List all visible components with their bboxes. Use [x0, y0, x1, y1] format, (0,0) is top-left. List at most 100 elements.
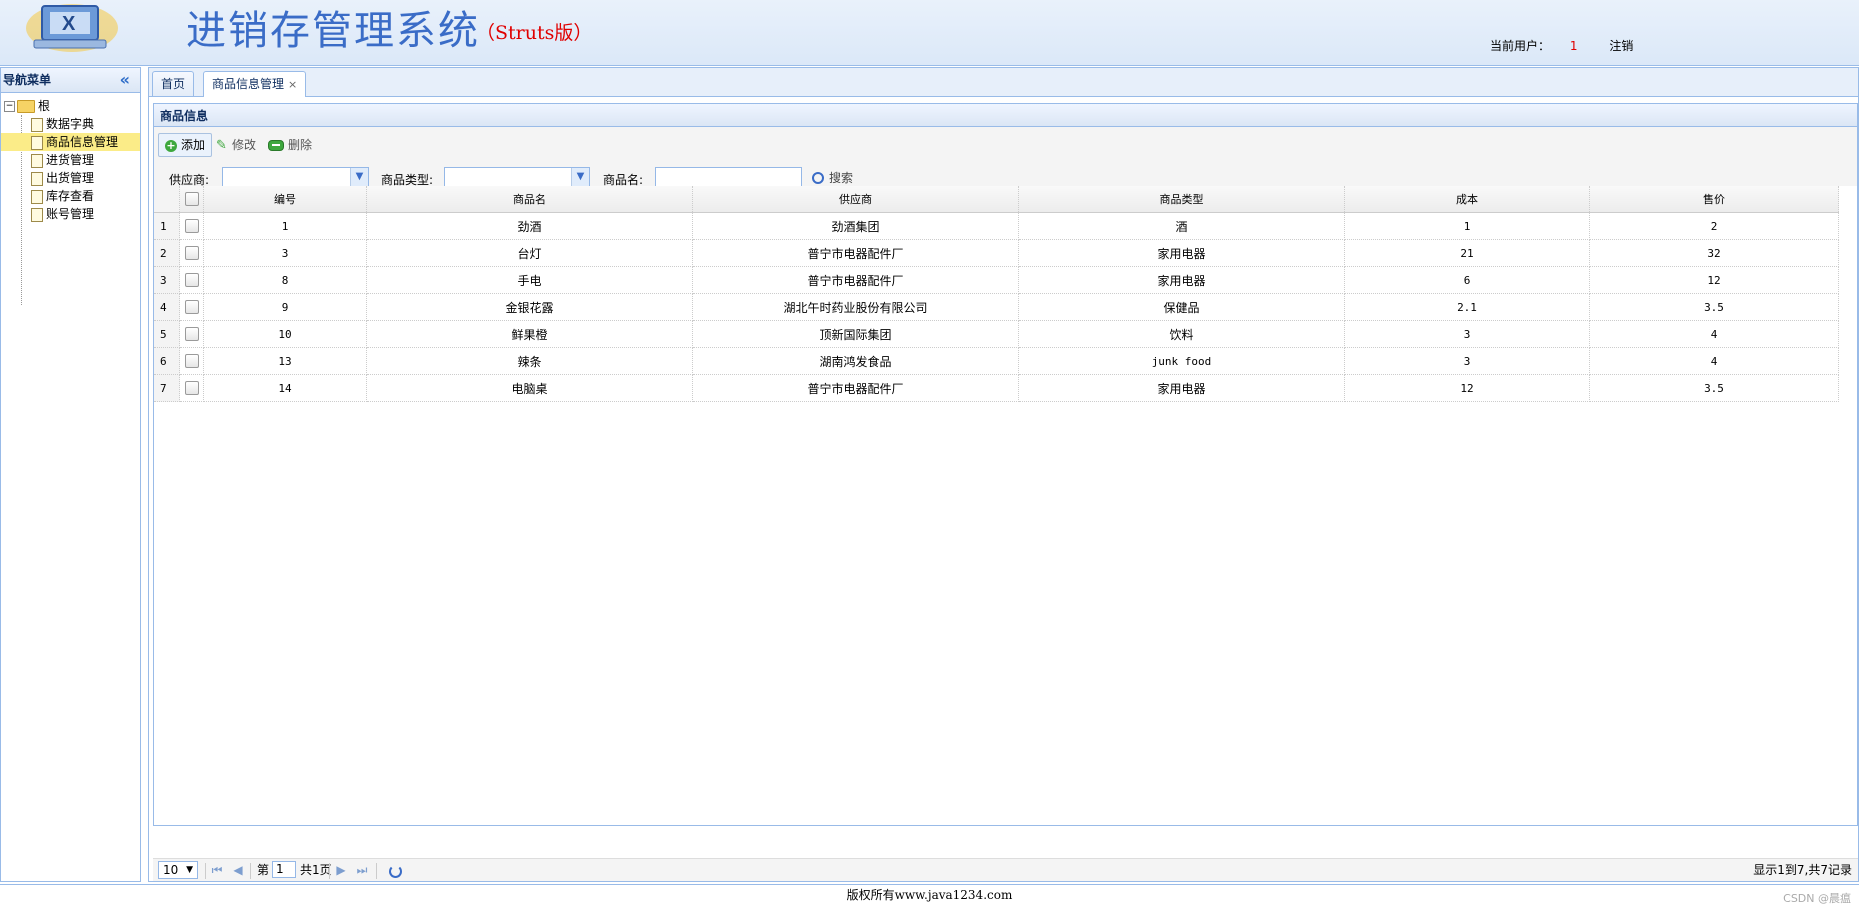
cell-cost: 6 [1344, 266, 1590, 294]
first-page-icon[interactable]: ⏮ [209, 859, 225, 882]
next-page-icon[interactable]: ▶ [333, 859, 349, 882]
row-number: 6 [154, 347, 180, 375]
select-all-checkbox[interactable] [184, 192, 199, 206]
row-checkbox[interactable] [184, 246, 199, 260]
tab-product-management[interactable]: 商品信息管理 × [203, 71, 307, 97]
row-checkbox[interactable] [184, 327, 199, 341]
file-icon [31, 153, 43, 168]
refresh-icon[interactable] [389, 865, 402, 878]
cell-name: 台灯 [366, 239, 693, 267]
chevron-down-icon[interactable]: ▼ [571, 168, 589, 186]
product-type-select[interactable]: ▼ [444, 167, 590, 187]
current-user-name: 1 [1569, 39, 1578, 53]
cell-price: 4 [1589, 320, 1839, 348]
pager-separator [250, 863, 251, 879]
cell-id: 3 [203, 239, 367, 267]
page-size-value: 10 [163, 863, 179, 877]
row-checkbox[interactable] [184, 354, 199, 368]
edit-button[interactable]: ✎ 修改 [216, 134, 256, 156]
row-select-cell [179, 347, 204, 375]
column-header-name[interactable]: 商品名 [366, 186, 693, 213]
row-checkbox[interactable] [184, 381, 199, 395]
folder-open-icon [17, 100, 35, 113]
pager-separator [205, 863, 206, 879]
cell-id: 13 [203, 347, 367, 375]
product-name-input[interactable] [655, 167, 802, 187]
cell-supplier: 普宁市电器配件厂 [692, 266, 1019, 294]
file-icon [31, 135, 43, 150]
tab-home[interactable]: 首页 [152, 71, 195, 96]
row-number: 5 [154, 320, 180, 348]
cell-supplier: 劲酒集团 [692, 212, 1019, 240]
tree-root[interactable]: − 根 [1, 97, 140, 115]
table-row[interactable]: 3 8 手电 普宁市电器配件厂 家用电器 6 12 [154, 266, 1839, 294]
app-header: X 进销存管理系统 （Struts版） 当前用户： 1 注销 [0, 0, 1859, 66]
cell-name: 电脑桌 [366, 374, 693, 402]
cell-price: 12 [1589, 266, 1839, 294]
table-row[interactable]: 1 1 劲酒 劲酒集团 酒 1 2 [154, 212, 1839, 240]
tree-root-label: 根 [38, 99, 51, 113]
cell-id: 1 [203, 212, 367, 240]
cell-cost: 3 [1344, 320, 1590, 348]
cell-supplier: 顶新国际集团 [692, 320, 1019, 348]
page-total: 共1页 [300, 863, 332, 877]
remove-icon [268, 140, 284, 151]
table-row[interactable]: 7 14 电脑桌 普宁市电器配件厂 家用电器 12 3.5 [154, 374, 1839, 402]
nav-item-inventory[interactable]: 库存查看 [1, 187, 140, 205]
nav-item-accounts[interactable]: 账号管理 [1, 205, 140, 223]
close-icon[interactable]: × [288, 78, 297, 91]
collapse-toggle-icon[interactable]: − [4, 101, 15, 112]
prev-page-icon[interactable]: ◀ [230, 859, 246, 882]
nav-header: 导航菜单 « [1, 68, 140, 93]
table-row[interactable]: 5 10 鲜果橙 顶新国际集团 饮料 3 4 [154, 320, 1839, 348]
cell-price: 3.5 [1589, 293, 1839, 321]
tab-label: 首页 [161, 77, 186, 91]
page-number-input[interactable]: 1 [272, 861, 296, 878]
footer: 版权所有www.java1234.com CSDN @晨瘟 [0, 884, 1859, 911]
table-row[interactable]: 6 13 辣条 湖南鸿发食品 junk food 3 4 [154, 347, 1839, 375]
select-all-cell [179, 186, 204, 213]
collapse-icon[interactable]: « [120, 68, 130, 92]
add-button[interactable]: + 添加 [158, 133, 213, 157]
nav-item-product-management[interactable]: 商品信息管理 [1, 133, 140, 151]
logout-link[interactable]: 注销 [1609, 39, 1633, 53]
row-select-cell [179, 212, 204, 240]
search-label: 搜索 [829, 171, 854, 185]
tab-label: 商品信息管理 [212, 77, 285, 91]
file-icon [31, 171, 43, 186]
chevron-down-icon[interactable]: ▼ [350, 168, 368, 186]
delete-button[interactable]: 删除 [268, 134, 312, 156]
column-header-supplier[interactable]: 供应商 [692, 186, 1019, 213]
column-header-id[interactable]: 编号 [203, 186, 367, 213]
nav-item-data-dictionary[interactable]: 数据字典 [1, 115, 140, 133]
search-icon [812, 171, 824, 184]
page-prefix: 第 [257, 863, 270, 877]
cell-supplier: 普宁市电器配件厂 [692, 239, 1019, 267]
row-checkbox[interactable] [184, 300, 199, 314]
table-row[interactable]: 4 9 金银花露 湖北午时药业股份有限公司 保健品 2.1 3.5 [154, 293, 1839, 321]
cell-name: 劲酒 [366, 212, 693, 240]
page-info: 显示1到7,共7记录 [1753, 863, 1852, 877]
table-row[interactable]: 2 3 台灯 普宁市电器配件厂 家用电器 21 32 [154, 239, 1839, 267]
cell-name: 鲜果橙 [366, 320, 693, 348]
nav-item-shipment[interactable]: 出货管理 [1, 169, 140, 187]
last-page-icon[interactable]: ⏭ [354, 859, 370, 882]
row-number: 3 [154, 266, 180, 294]
row-checkbox[interactable] [184, 273, 199, 287]
supplier-select[interactable]: ▼ [222, 167, 369, 187]
svg-text:X: X [62, 13, 76, 35]
cell-name: 辣条 [366, 347, 693, 375]
row-checkbox[interactable] [184, 219, 199, 233]
column-header-cost[interactable]: 成本 [1344, 186, 1590, 213]
nav-item-label: 进货管理 [46, 153, 95, 167]
row-select-cell [179, 239, 204, 267]
column-header-price[interactable]: 售价 [1589, 186, 1839, 213]
search-button[interactable]: 搜索 [812, 169, 853, 186]
row-number: 2 [154, 239, 180, 267]
chevron-down-icon: ▼ [186, 865, 193, 875]
column-header-type[interactable]: 商品类型 [1018, 186, 1345, 213]
cell-cost: 12 [1344, 374, 1590, 402]
page-size-select[interactable]: 10 ▼ [158, 861, 198, 879]
cell-id: 8 [203, 266, 367, 294]
nav-item-purchase[interactable]: 进货管理 [1, 151, 140, 169]
